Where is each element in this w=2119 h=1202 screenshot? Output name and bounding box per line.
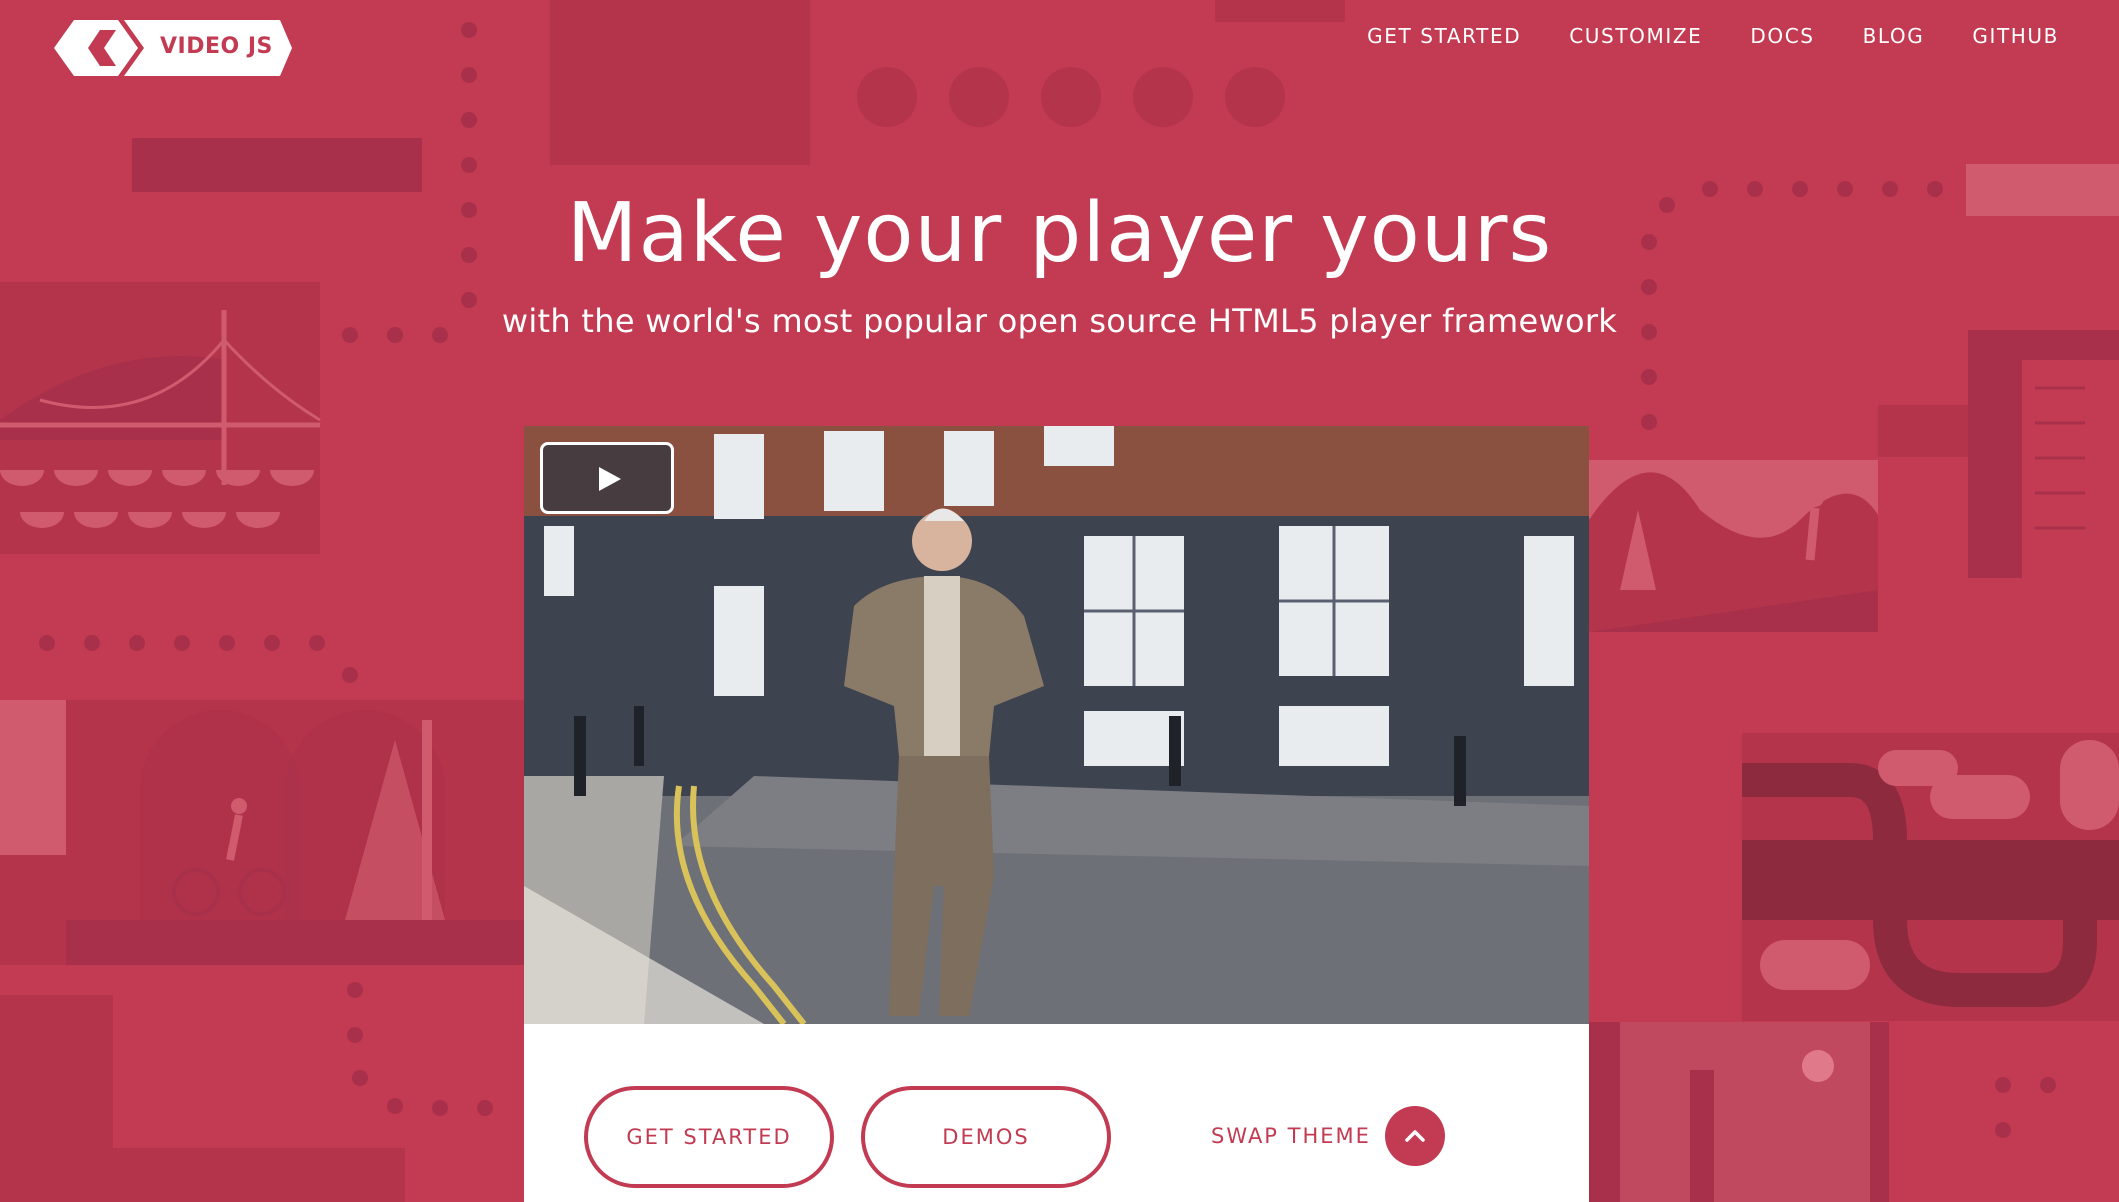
play-icon [599, 467, 621, 491]
nav-github[interactable]: GITHUB [1972, 24, 2059, 48]
chevron-up-icon [1405, 1130, 1425, 1142]
logo-text: VIDEO JS [160, 34, 273, 59]
video-poster [524, 426, 1589, 1024]
action-card: GET STARTED DEMOS SWAP THEME [524, 1024, 1589, 1202]
nav-customize[interactable]: CUSTOMIZE [1569, 24, 1702, 48]
demos-button[interactable]: DEMOS [861, 1086, 1111, 1188]
nav-docs[interactable]: DOCS [1750, 24, 1814, 48]
swap-theme-control[interactable]: SWAP THEME [1211, 1106, 1445, 1166]
big-play-button[interactable] [540, 442, 674, 514]
videojs-logo[interactable]: VIDEO JS [54, 20, 292, 76]
nav-get-started[interactable]: GET STARTED [1367, 24, 1521, 48]
get-started-button[interactable]: GET STARTED [584, 1086, 834, 1188]
nav-blog[interactable]: BLOG [1863, 24, 1925, 48]
main-nav: GET STARTED CUSTOMIZE DOCS BLOG GITHUB [1367, 24, 2059, 48]
hero-title: Make your player yours [566, 186, 1553, 281]
top-navbar: VIDEO JS GET STARTED CUSTOMIZE DOCS BLOG… [0, 0, 2119, 80]
video-player[interactable] [524, 426, 1589, 1024]
swap-theme-button[interactable] [1384, 1106, 1445, 1166]
swap-theme-label: SWAP THEME [1211, 1124, 1371, 1148]
hero-subtitle: with the world's most popular open sourc… [501, 302, 1618, 340]
